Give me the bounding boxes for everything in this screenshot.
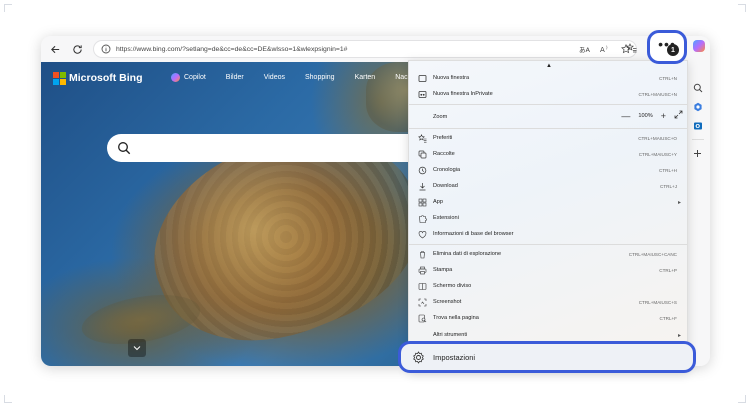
sidebar-add-icon[interactable]	[692, 147, 704, 159]
apps-icon	[417, 197, 427, 207]
menu-item-new-window[interactable]: Nuova finestra CTRL+N	[409, 70, 687, 86]
menu-item-new-inprivate-window[interactable]: Nuova finestra InPrivate CTRL+MAIUSC+N	[409, 86, 687, 102]
sidebar-copilot-icon[interactable]	[692, 101, 704, 113]
settings-and-more-menu: ▲ Nuova finestra CTRL+N Nuova finestra I…	[408, 60, 688, 372]
scroll-up-arrow-icon[interactable]: ▲	[546, 63, 552, 69]
sidebar-search-icon[interactable]	[692, 82, 704, 94]
svg-text:O: O	[695, 124, 700, 130]
logo-square-yellow	[60, 79, 66, 85]
screenshot-icon	[417, 297, 427, 307]
menu-item-settings[interactable]: Impostazioni	[398, 341, 696, 373]
history-icon	[417, 165, 427, 175]
refresh-icon	[72, 44, 82, 54]
back-button[interactable]	[47, 41, 63, 57]
menu-divider	[409, 128, 687, 129]
nav-videos[interactable]: Videos	[264, 73, 285, 82]
frame-corner-bottom-left	[4, 395, 12, 403]
zoom-out-button[interactable]: —	[621, 111, 630, 121]
info-icon[interactable]	[100, 43, 112, 55]
frame-corner-top-right	[738, 4, 746, 12]
svg-text:): )	[606, 45, 608, 50]
download-icon	[417, 181, 427, 191]
menu-item-browser-essentials[interactable]: Informazioni di base del browser	[409, 226, 687, 242]
svg-text:A: A	[600, 46, 605, 54]
zoom-in-button[interactable]: +	[661, 111, 666, 121]
nav-copilot[interactable]: Copilot	[171, 73, 206, 82]
step-number-badge: 1	[667, 44, 679, 56]
chevron-right-icon: ▸	[677, 199, 681, 206]
chevron-right-icon: ▸	[677, 332, 681, 339]
zoom-value: 100%	[638, 112, 653, 119]
browser-essentials-icon	[417, 229, 427, 239]
sidebar-outlook-icon[interactable]: O	[692, 120, 704, 132]
address-bar[interactable]: https://www.bing.com/?setlang=de&cc=de&c…	[93, 40, 637, 58]
zoom-label: Zoom	[433, 114, 448, 120]
logo-square-blue	[53, 79, 59, 85]
extensions-icon	[417, 213, 427, 223]
find-icon	[417, 313, 427, 323]
frame-corner-top-left	[4, 4, 12, 12]
translate-icon[interactable]: あA	[578, 43, 590, 55]
split-screen-icon	[417, 281, 427, 291]
nav-images[interactable]: Bilder	[226, 73, 244, 82]
nav-maps[interactable]: Karten	[355, 73, 376, 82]
settings-and-more-button[interactable]: ••• 1	[647, 30, 687, 64]
zoom-controls: — 100% +	[621, 110, 683, 121]
menu-item-screenshot[interactable]: Screenshot CTRL+MAIUSC+S	[409, 294, 687, 310]
expand-icon	[674, 110, 683, 119]
svg-text:あA: あA	[579, 46, 590, 54]
browser-toolbar: https://www.bing.com/?setlang=de&cc=de&c…	[41, 36, 710, 62]
inprivate-icon	[417, 89, 427, 99]
search-icon[interactable]	[117, 141, 131, 155]
chevron-down-icon	[133, 346, 141, 351]
arrow-left-icon	[50, 45, 59, 53]
print-icon	[417, 265, 427, 275]
menu-item-history[interactable]: Cronologia CTRL+H	[409, 162, 687, 178]
menu-item-zoom: Zoom — 100% +	[409, 106, 687, 128]
copilot-icon	[171, 73, 180, 82]
menu-item-downloads[interactable]: Download CTRL+J	[409, 178, 687, 194]
gear-icon	[411, 350, 425, 364]
collections-icon	[417, 149, 427, 159]
fullscreen-button[interactable]	[674, 110, 683, 121]
menu-item-apps[interactable]: App ▸	[409, 194, 687, 210]
menu-item-favorites[interactable]: Preferiti CTRL+MAIUSC+O	[409, 130, 687, 146]
frame-corner-bottom-right	[738, 395, 746, 403]
new-window-icon	[417, 73, 427, 83]
read-aloud-icon[interactable]: A)	[599, 43, 611, 55]
menu-item-extensions[interactable]: Estensioni	[409, 210, 687, 226]
star-list-icon	[417, 133, 427, 143]
menu-item-split-screen[interactable]: Schermo diviso	[409, 278, 687, 294]
settings-label: Impostazioni	[433, 352, 476, 362]
refresh-button[interactable]	[69, 41, 85, 57]
bing-search-input[interactable]	[107, 134, 427, 162]
menu-divider	[409, 104, 687, 105]
bing-logo[interactable]: Microsoft Bing	[53, 72, 143, 85]
sidebar-divider	[691, 139, 704, 140]
scroll-down-button[interactable]	[128, 339, 146, 357]
nav-shopping[interactable]: Shopping	[305, 73, 335, 82]
microsoft-logo-icon	[53, 72, 66, 85]
logo-square-red	[53, 72, 59, 78]
menu-item-find-on-page[interactable]: Trova nella pagina CTRL+F	[409, 310, 687, 326]
copilot-sidebar-icon[interactable]	[693, 40, 705, 52]
menu-item-print[interactable]: Stampa CTRL+P	[409, 262, 687, 278]
menu-item-delete-browsing-data[interactable]: Elimina dati di esplorazione CTRL+MAIUSC…	[409, 246, 687, 262]
menu-divider	[409, 244, 687, 245]
url-text[interactable]: https://www.bing.com/?setlang=de&cc=de&c…	[116, 46, 416, 53]
favorites-list-icon[interactable]	[624, 41, 638, 55]
delete-data-icon	[417, 249, 427, 259]
logo-square-green	[60, 72, 66, 78]
menu-item-collections[interactable]: Raccolte CTRL+MAIUSC+Y	[409, 146, 687, 162]
bing-title: Microsoft Bing	[69, 72, 143, 84]
